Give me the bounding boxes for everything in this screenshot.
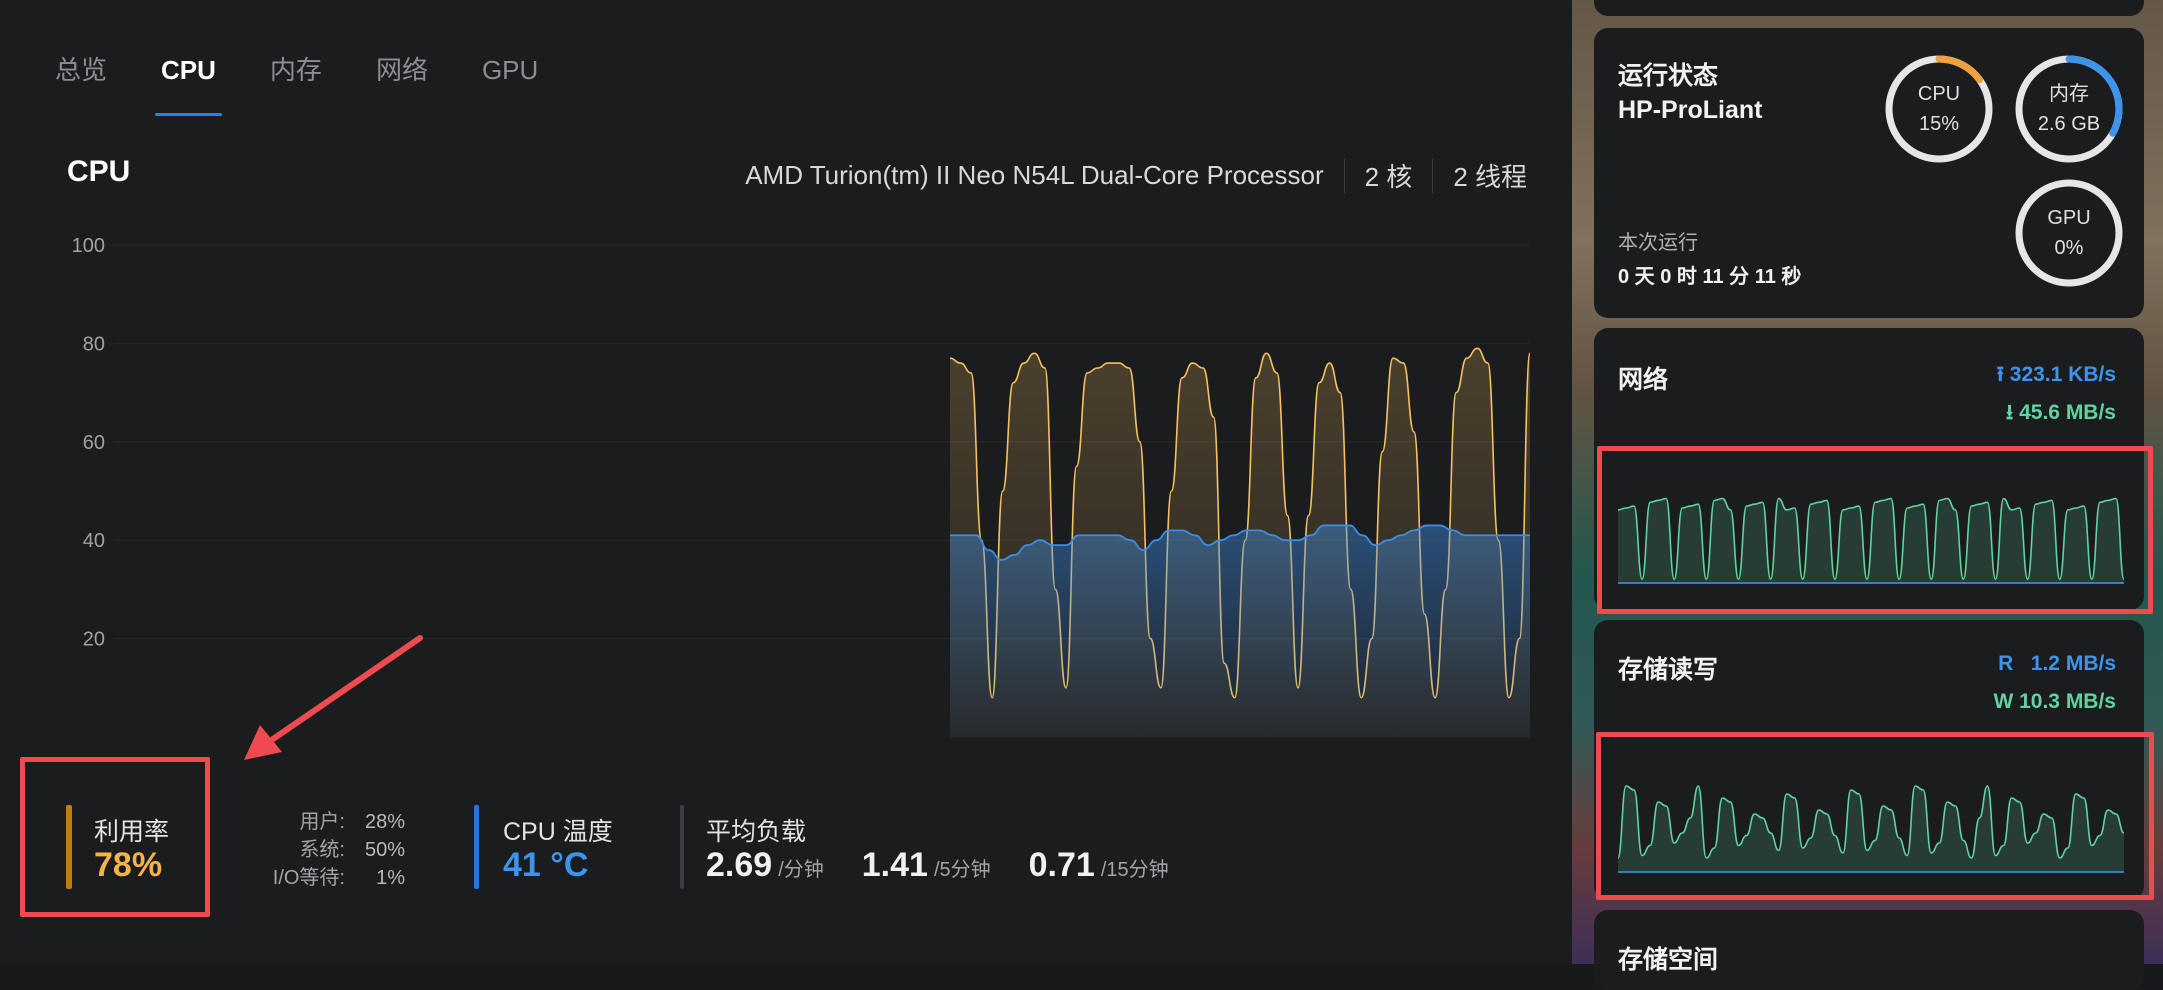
y-tick-label: 40: [83, 530, 105, 552]
gpu-ring-label: GPU: [2047, 207, 2091, 229]
tab-memory[interactable]: 内存: [270, 50, 322, 120]
load-15min: 0.71: [1028, 846, 1095, 884]
storage-io-title: 存储读写: [1618, 656, 1719, 684]
status-card[interactable]: 运行状态 HP-ProLiant 本次运行 0 天 0 时 11 分 11 秒 …: [1594, 28, 2144, 318]
temp-value: 41 °C: [503, 846, 589, 884]
load-indicator: [680, 805, 684, 889]
uptime-value: 0 天 0 时 11 分 11 秒: [1618, 266, 1802, 288]
load-1min: 2.69: [706, 846, 773, 884]
y-tick-label: 20: [83, 629, 105, 651]
tab-bar: 总览 CPU 内存 网络 GPU: [55, 50, 592, 120]
thread-count: 2 线程: [1453, 162, 1527, 192]
tab-cpu[interactable]: CPU: [155, 50, 222, 120]
temp-indicator: [474, 805, 479, 889]
cpu-breakdown: 用户: 28% 系统: 50% I/O等待: 1%: [255, 808, 405, 892]
load-15min-unit: /15分钟: [1100, 859, 1169, 881]
upload-arrow-icon: ⭱: [1996, 363, 2004, 386]
storage-io-card[interactable]: 存储读写 R 1.2 MB/s W 10.3 MB/s: [1594, 620, 2144, 900]
read-label: R: [1998, 652, 2014, 675]
annotation-arrow: [244, 635, 423, 760]
download-value: 45.6 MB/s: [2019, 401, 2116, 424]
cpu-stats: 利用率 78% 用户: 28% 系统: 50% I/O等待: 1% CPU 温度 41…: [0, 757, 1572, 964]
status-title: 运行状态: [1618, 62, 1719, 90]
y-tick-label: 60: [83, 432, 105, 454]
core-count: 2 核: [1364, 162, 1413, 192]
gpu-ring-value: 0%: [2054, 237, 2084, 259]
upload-speed: ⭱ 323.1 KB/s: [1997, 360, 2116, 395]
host-name: HP-ProLiant: [1618, 96, 1763, 124]
util-label: 利用率: [94, 818, 170, 846]
user-value: 28%: [364, 811, 405, 833]
uptime-label: 本次运行: [1618, 232, 1698, 254]
storage-space-card[interactable]: 存储空间: [1594, 910, 2144, 990]
download-arrow-icon: ⭳: [2005, 401, 2014, 424]
util-value: 78%: [94, 846, 163, 884]
divider: [1343, 158, 1345, 193]
write-label: W: [1993, 690, 2014, 713]
temp-label: CPU 温度: [503, 818, 613, 846]
user-label: 用户:: [299, 811, 345, 833]
memory-ring-value: 2.6 GB: [2037, 113, 2101, 135]
cpu-ring-value: 15%: [1918, 113, 1960, 135]
io-wait-label: I/O等待:: [272, 867, 345, 889]
io-wait-value: 1%: [376, 867, 405, 889]
network-card[interactable]: 网络 ⭱ 323.1 KB/s ⭳ 45.6 MB/s: [1594, 328, 2144, 610]
network-chart: [1617, 497, 2125, 584]
storage-io-chart: [1617, 785, 2125, 873]
cpu-ring: CPU 15%: [1884, 54, 1994, 164]
memory-ring: 内存 2.6 GB: [2014, 54, 2124, 164]
system-label: 系统:: [299, 839, 345, 861]
load-5min: 1.41: [861, 846, 928, 884]
write-value: 10.3 MB/s: [2019, 690, 2116, 713]
tab-gpu[interactable]: GPU: [482, 50, 538, 120]
system-value: 50%: [364, 839, 405, 861]
upload-value: 323.1 KB/s: [2009, 363, 2116, 386]
main-panel: 总览 CPU 内存 网络 GPU CPU AMD Turion(tm) II N…: [0, 0, 1572, 964]
network-title: 网络: [1618, 366, 1669, 394]
divider: [1432, 158, 1434, 193]
write-speed: W 10.3 MB/s: [1993, 690, 2116, 714]
util-indicator: [66, 805, 72, 889]
top-card-partial: [1594, 0, 2144, 16]
tab-network[interactable]: 网络: [376, 50, 428, 120]
load-1min-unit: /分钟: [778, 859, 824, 881]
gpu-ring: GPU 0%: [2014, 178, 2124, 288]
read-speed: R 1.2 MB/s: [1998, 652, 2116, 676]
sidebar: 运行状态 HP-ProLiant 本次运行 0 天 0 时 11 分 11 秒 …: [1572, 0, 2163, 990]
cpu-section-title: CPU: [67, 155, 131, 188]
series-area: [950, 525, 1530, 737]
y-tick-label: 100: [72, 235, 105, 257]
load-5min-unit: /5分钟: [933, 859, 991, 881]
read-value: 1.2 MB/s: [2030, 652, 2116, 675]
tab-overview[interactable]: 总览: [55, 50, 107, 120]
storage-space-title: 存储空间: [1618, 946, 1719, 974]
download-speed: ⭳ 45.6 MB/s: [2006, 398, 2116, 433]
cpu-ring-label: CPU: [1917, 83, 1961, 105]
y-tick-label: 80: [83, 333, 105, 355]
processor-name: AMD Turion(tm) II Neo N54L Dual-Core Pro…: [745, 160, 1324, 190]
load-label: 平均负载: [706, 818, 807, 846]
load-values: 2.69 /分钟 1.41 /5分钟 0.71 /15分钟: [706, 846, 1207, 885]
cpu-info: AMD Turion(tm) II Neo N54L Dual-Core Pro…: [745, 157, 1527, 194]
memory-ring-label: 内存: [2049, 83, 2089, 105]
